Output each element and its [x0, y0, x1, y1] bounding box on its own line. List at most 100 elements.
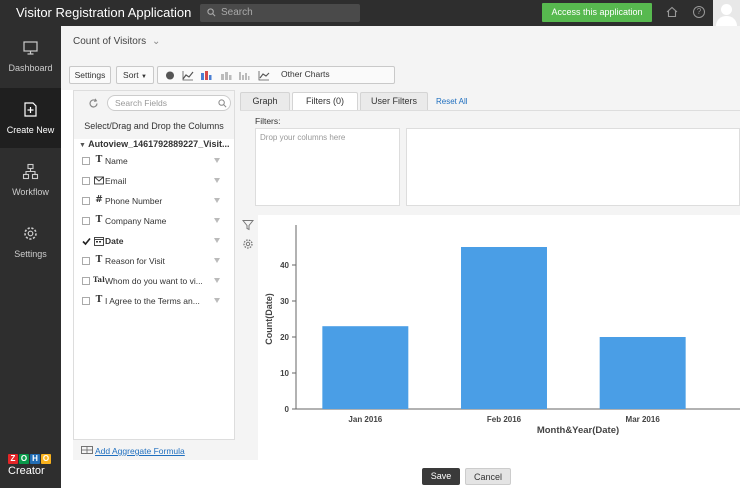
calendar-icon	[94, 235, 104, 249]
sort-label: Sort	[123, 70, 139, 80]
field-checkbox[interactable]	[82, 277, 90, 285]
sidebar-item-label: Dashboard	[8, 63, 53, 73]
y-tick-label: 30	[280, 297, 289, 306]
filter-drop-zone[interactable]: Drop your columns here	[255, 128, 400, 206]
x-tick-label: Jan 2016	[348, 415, 382, 424]
field-item[interactable]: Date	[82, 234, 230, 248]
email-icon	[94, 175, 104, 188]
save-button[interactable]: Save	[422, 468, 460, 485]
tab-filters[interactable]: Filters (0)	[292, 92, 358, 111]
field-checkbox[interactable]	[82, 197, 90, 205]
sidebar-item-dashboard[interactable]: Dashboard	[0, 26, 61, 86]
field-item[interactable]: T Company Name	[82, 214, 230, 228]
app-title: Visitor Registration Application	[16, 5, 192, 20]
field-item[interactable]: TI Agree to the Terms an...	[82, 294, 230, 308]
other-charts-button[interactable]: Other Charts	[281, 69, 330, 79]
chart-container: 0 10 20 30 40 Jan 2016 Feb 2016 Mar 2016 Month&Y…	[258, 215, 740, 460]
sidebar-item-settings[interactable]: Settings	[0, 212, 61, 272]
logo-letter: O	[41, 454, 51, 464]
line-chart-icon[interactable]	[182, 70, 194, 81]
field-item[interactable]: T Reason for Visit	[82, 254, 230, 268]
field-filter-dropdown[interactable]	[214, 198, 220, 203]
field-checkbox[interactable]	[82, 237, 91, 246]
bar[interactable]	[322, 326, 409, 409]
field-checkbox[interactable]	[82, 177, 90, 185]
cancel-button[interactable]: Cancel	[465, 468, 511, 485]
sidebar: Dashboard Create New Workflow Settings Z…	[0, 26, 61, 488]
fields-panel: Search Fields Select/Drag and Drop the C…	[73, 90, 235, 440]
field-checkbox[interactable]	[82, 217, 90, 225]
report-title-dropdown[interactable]: Count of Visitors ⌄	[73, 36, 160, 47]
filter-conditions-area[interactable]	[406, 128, 740, 206]
footer	[61, 460, 740, 488]
field-name: Reason for Visit	[105, 256, 165, 266]
add-aggregate-formula-link[interactable]: Add Aggregate Formula	[95, 446, 185, 456]
report-header: Count of Visitors ⌄	[61, 26, 740, 64]
zoho-creator-logo: ZOHO Creator	[8, 454, 54, 477]
field-item[interactable]: Email	[82, 174, 230, 188]
sort-button[interactable]: Sort ▼	[116, 66, 154, 84]
report-title: Count of Visitors	[73, 36, 147, 47]
settings-button[interactable]: Settings	[69, 66, 111, 84]
bar[interactable]	[461, 247, 547, 409]
area-chart-icon[interactable]	[258, 70, 270, 81]
y-tick-label: 0	[285, 405, 290, 414]
field-checkbox[interactable]	[82, 257, 90, 265]
aggregate-formula-icon	[81, 446, 93, 454]
global-search-input[interactable]: Search	[200, 4, 360, 22]
field-item[interactable]: Tal Whom do you want to vi...	[82, 274, 230, 288]
tab-user-filters[interactable]: User Filters	[360, 92, 428, 110]
field-filter-dropdown[interactable]	[214, 158, 220, 163]
gear-icon	[24, 227, 37, 240]
field-filter-dropdown[interactable]	[214, 218, 220, 223]
field-filter-dropdown[interactable]	[214, 238, 220, 243]
chart-type-group: Other Charts	[157, 66, 395, 84]
sidebar-item-workflow[interactable]: Workflow	[0, 150, 61, 210]
y-tick-label: 20	[280, 333, 289, 342]
x-tick-label: Feb 2016	[487, 415, 522, 424]
filters-panel: Filters: Drop your columns here	[240, 110, 740, 213]
view-name-toggle[interactable]: ▼ Autoview_1461792889227_Visit...	[79, 139, 230, 149]
caret-down-icon: ▼	[79, 142, 86, 149]
chart-settings-gear-icon[interactable]	[242, 238, 254, 250]
field-filter-dropdown[interactable]	[214, 278, 220, 283]
sidebar-item-label: Create New	[6, 125, 55, 135]
search-icon	[207, 8, 216, 17]
field-checkbox[interactable]	[82, 157, 90, 165]
bar[interactable]	[599, 337, 686, 409]
field-filter-dropdown[interactable]	[214, 258, 220, 263]
bar-chart-icon[interactable]	[200, 70, 212, 81]
fields-panel-title: Select/Drag and Drop the Columns	[84, 121, 224, 131]
x-tick-label: Mar 2016	[626, 415, 661, 424]
field-name: Company Name	[105, 216, 167, 226]
field-item[interactable]: # Phone Number	[82, 194, 230, 208]
avatar[interactable]	[713, 0, 740, 26]
logo-letter: H	[30, 454, 40, 464]
sidebar-item-label: Settings	[14, 249, 47, 259]
filters-label: Filters:	[255, 116, 281, 126]
tab-graph[interactable]: Graph	[240, 92, 290, 110]
search-placeholder: Search	[221, 7, 253, 18]
field-type-icon: #	[95, 195, 103, 205]
view-name: Autoview_1461792889227_Visit...	[88, 139, 230, 149]
search-icon	[218, 99, 227, 108]
help-icon[interactable]: ?	[693, 6, 705, 18]
field-item[interactable]: T Name	[82, 154, 230, 168]
reset-all-link[interactable]: Reset All	[436, 97, 468, 106]
field-name: Email	[105, 176, 127, 186]
bar-chart: 0 10 20 30 40 Jan 2016 Feb 2016 Mar 2016 Month&Y…	[264, 225, 740, 436]
pie-chart-icon[interactable]	[164, 70, 176, 81]
grouped-bar-icon[interactable]	[238, 70, 250, 81]
field-checkbox[interactable]	[82, 297, 90, 305]
field-name: I Agree to the Terms an...	[105, 296, 200, 306]
refresh-icon[interactable]	[88, 98, 99, 109]
field-search-input[interactable]: Search Fields	[107, 95, 231, 111]
access-application-button[interactable]: Access this application	[542, 3, 652, 22]
field-filter-dropdown[interactable]	[214, 178, 220, 183]
fields-panel-footer: Add Aggregate Formula	[73, 440, 235, 460]
filter-icon[interactable]	[242, 219, 254, 231]
home-icon[interactable]	[666, 6, 678, 18]
field-filter-dropdown[interactable]	[214, 298, 220, 303]
sidebar-item-create-new[interactable]: Create New	[0, 88, 61, 148]
stacked-bar-icon[interactable]	[220, 70, 232, 81]
